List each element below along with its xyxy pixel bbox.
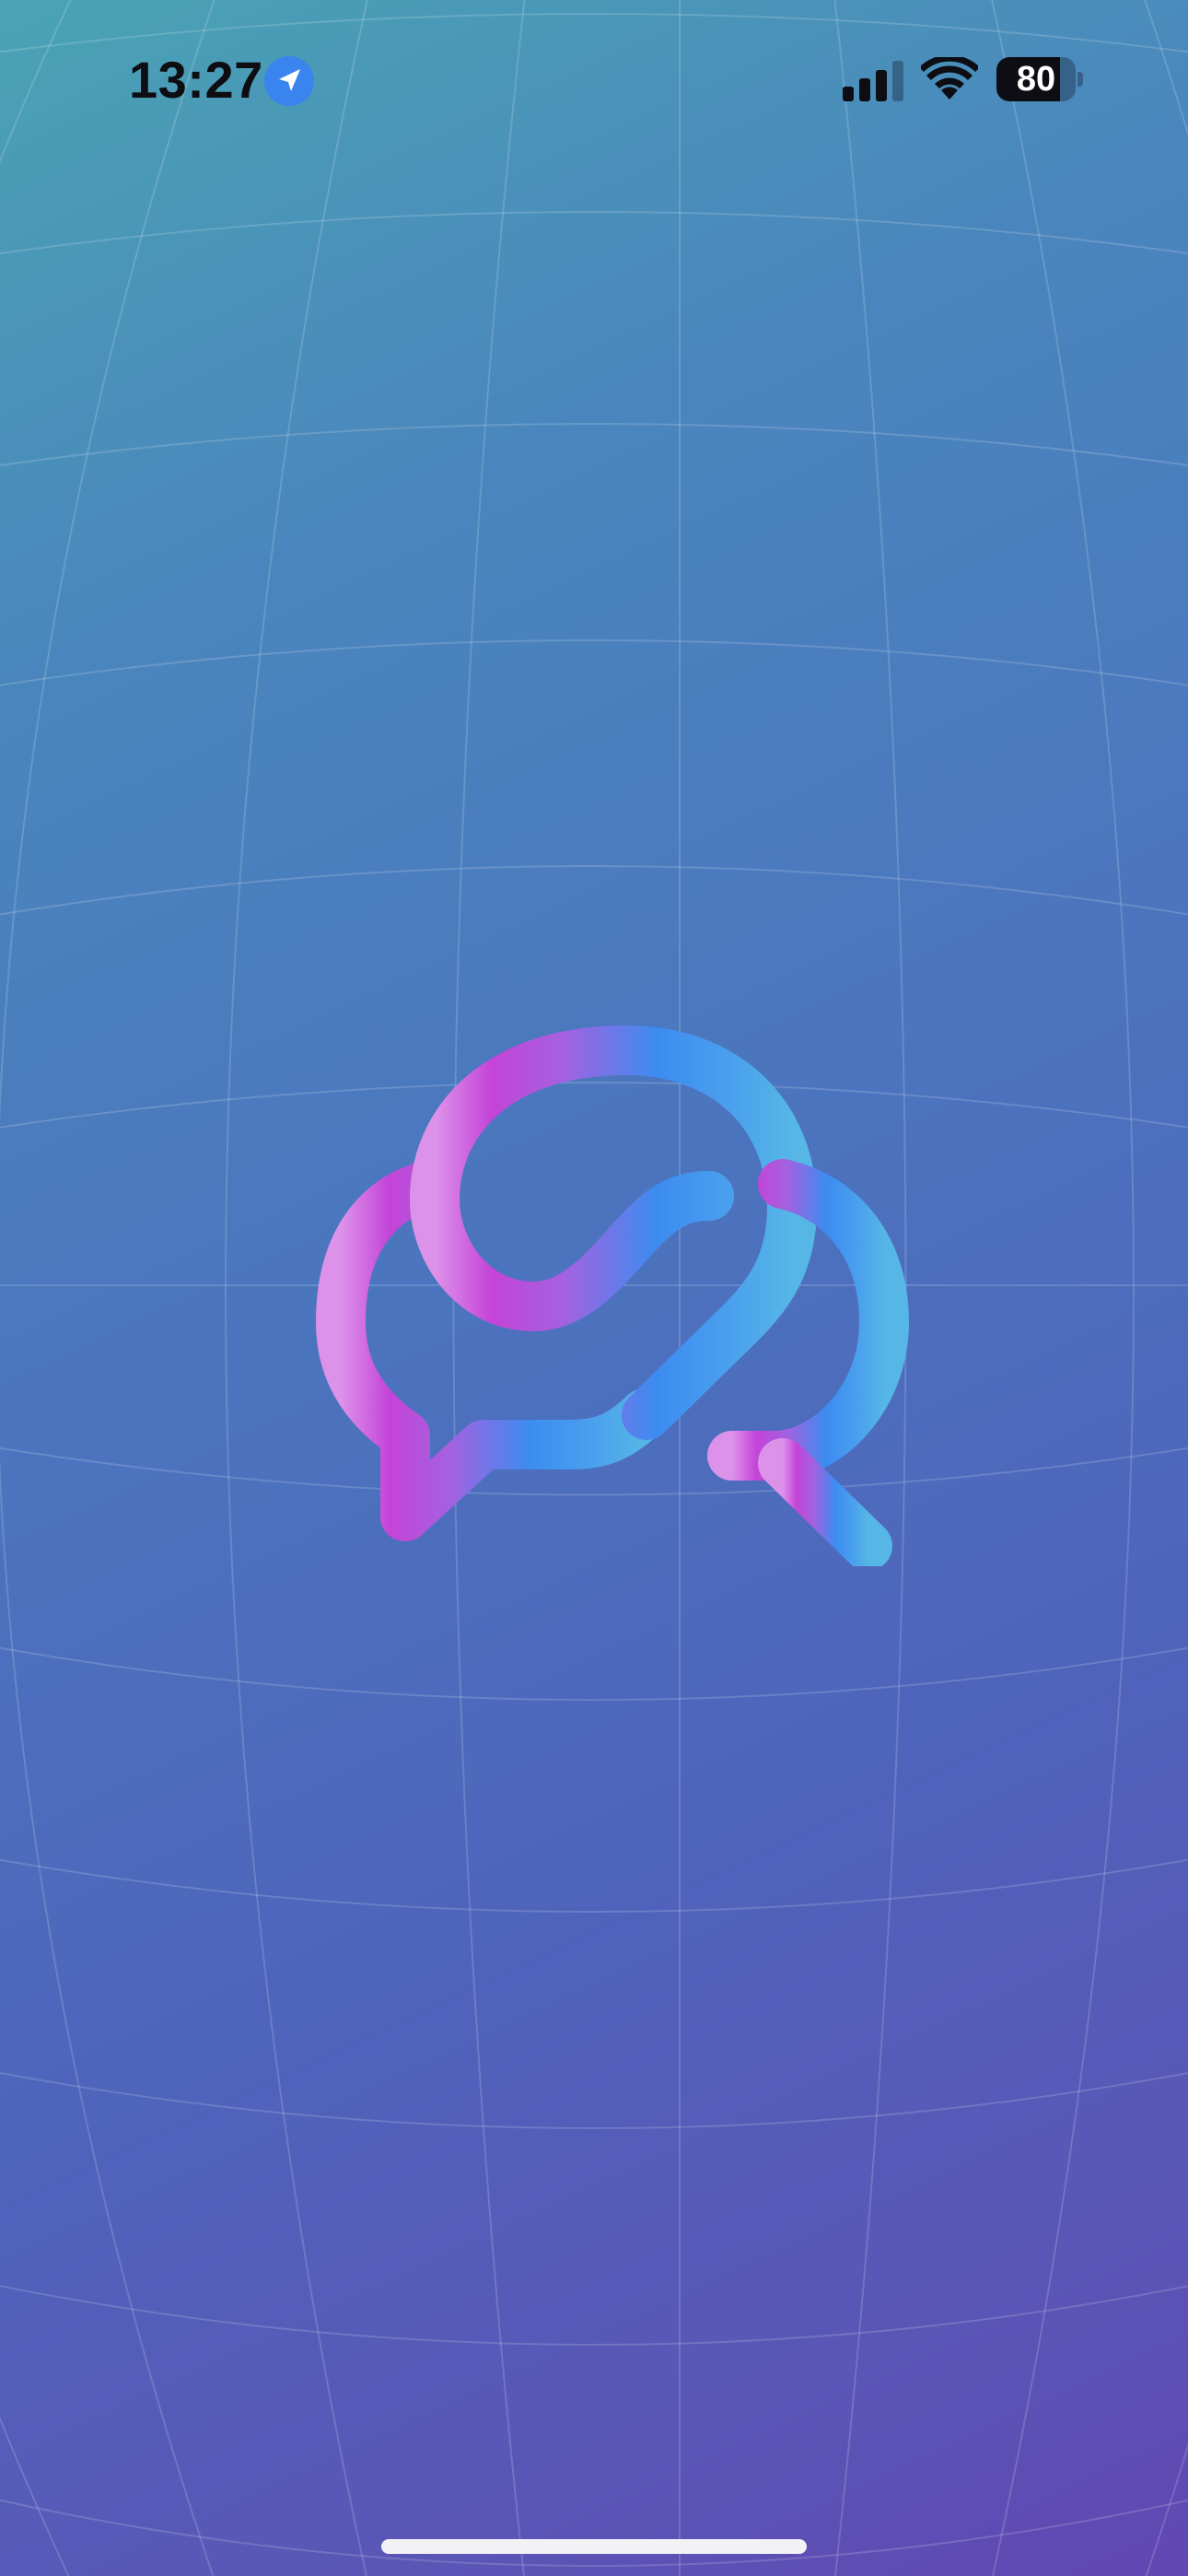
splash-screen: 13:27 80 [0, 0, 1188, 2576]
chat-bubbles-logo-icon [316, 1025, 909, 1566]
status-time: 13:27 [129, 51, 263, 109]
status-bar: 13:27 80 [0, 0, 1188, 157]
wifi-icon [921, 57, 978, 100]
battery-body: 80 [996, 57, 1076, 101]
location-arrow-icon [264, 56, 314, 106]
battery-percent-label: 80 [1016, 60, 1056, 99]
battery-cap [1077, 72, 1083, 87]
home-indicator[interactable] [381, 2539, 807, 2554]
battery-icon: 80 [996, 57, 1083, 101]
cellular-signal-icon [843, 61, 903, 101]
